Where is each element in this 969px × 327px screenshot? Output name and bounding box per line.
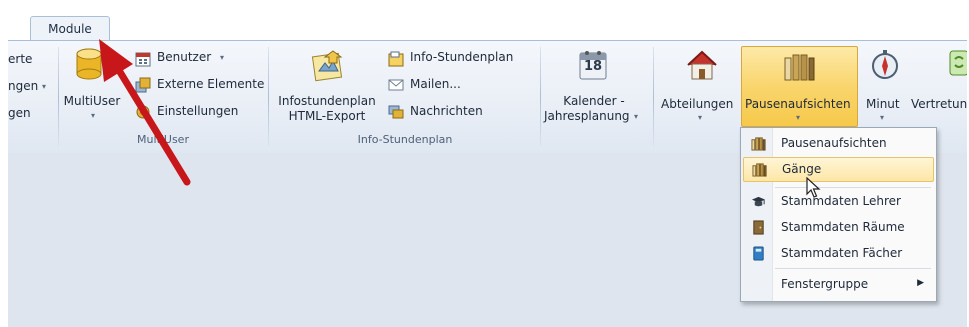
annotation-arrow-icon xyxy=(99,39,191,186)
